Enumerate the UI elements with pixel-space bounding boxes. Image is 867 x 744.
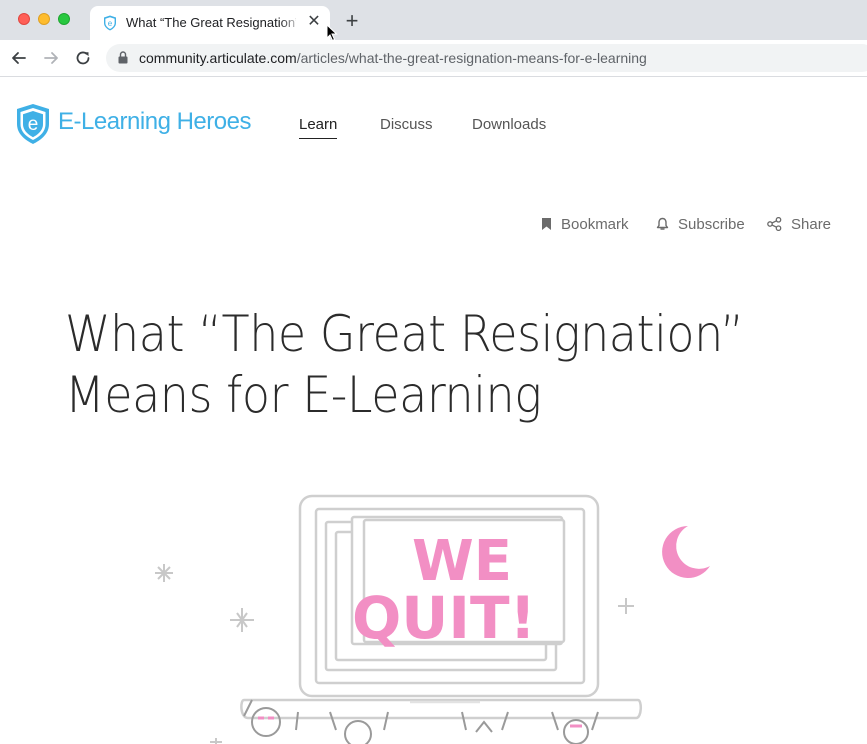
- new-tab-button[interactable]: +: [340, 10, 364, 34]
- tab-title: What “The Great Resignation” Means for E…: [126, 15, 296, 30]
- reload-icon[interactable]: [73, 48, 93, 68]
- url-path: /articles/what-the-great-resignation-mea…: [296, 50, 647, 66]
- lock-icon: [118, 51, 128, 64]
- nav-discuss[interactable]: Discuss: [380, 116, 433, 133]
- back-arrow-icon[interactable]: [9, 48, 29, 68]
- subscribe-button[interactable]: Subscribe: [656, 214, 745, 234]
- tab-title-fade: [280, 12, 302, 34]
- site-logo[interactable]: e E-Learning Heroes: [16, 103, 266, 147]
- address-bar[interactable]: community.articulate.com/articles/what-t…: [106, 44, 867, 72]
- share-button[interactable]: Share: [767, 214, 831, 234]
- browser-titlebar: e What “The Great Resignation” Means for…: [0, 0, 867, 42]
- close-window-button[interactable]: [18, 13, 30, 25]
- url-text: community.articulate.com/articles/what-t…: [139, 50, 647, 66]
- maximize-window-button[interactable]: [58, 13, 70, 25]
- tab-close-icon[interactable]: ✕: [304, 12, 324, 32]
- laptop-base: [240, 698, 642, 720]
- hero-text-quit: QUIT!: [352, 584, 536, 652]
- logo-letter: e: [28, 114, 39, 135]
- minimize-window-button[interactable]: [38, 13, 50, 25]
- subscribe-label: Subscribe: [678, 215, 745, 233]
- bookmark-icon: [542, 218, 551, 230]
- bell-icon: [656, 217, 669, 230]
- nav-downloads[interactable]: Downloads: [472, 116, 546, 133]
- url-domain: community.articulate.com: [139, 50, 297, 66]
- share-icon: [767, 217, 782, 231]
- nav-learn[interactable]: Learn: [299, 116, 338, 139]
- bookmark-label: Bookmark: [561, 215, 629, 233]
- svg-text:e: e: [108, 19, 113, 28]
- bookmark-button[interactable]: Bookmark: [541, 214, 629, 234]
- browser-tab[interactable]: e What “The Great Resignation” Means for…: [90, 6, 338, 42]
- hero-illustration: WE QUIT!: [155, 494, 710, 744]
- share-label: Share: [791, 215, 832, 233]
- logo-text: E-Learning Heroes: [58, 108, 251, 135]
- moon-icon: [662, 526, 710, 578]
- shield-logo-icon: e: [17, 104, 49, 144]
- site-favicon-icon: e: [104, 15, 116, 31]
- forward-arrow-icon[interactable]: [41, 48, 61, 68]
- article-title: What “The Great Resignation” Means for E…: [65, 305, 744, 424]
- browser-toolbar: community.articulate.com/articles/what-t…: [0, 40, 867, 77]
